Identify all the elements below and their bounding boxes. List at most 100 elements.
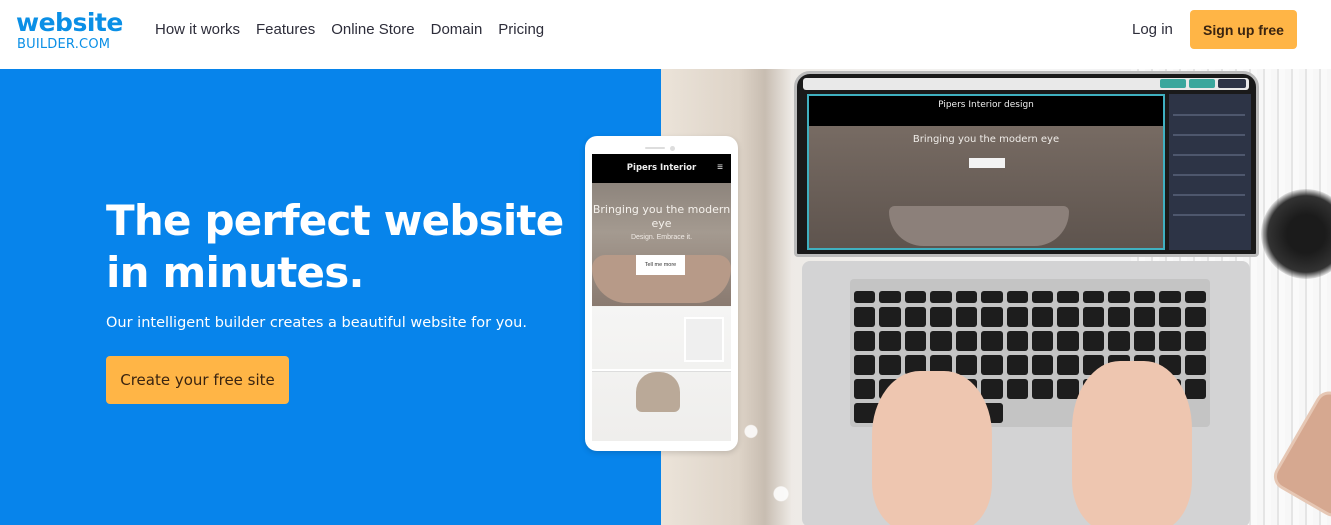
- keyboard-key: [1057, 291, 1079, 303]
- editor-side-panel: [1169, 94, 1251, 250]
- nav-how-it-works[interactable]: How it works: [155, 19, 240, 41]
- laptop-keyboard-base: [802, 261, 1250, 525]
- editor-button: [1218, 79, 1246, 88]
- login-link[interactable]: Log in: [1132, 19, 1173, 41]
- keyboard-key: [1159, 291, 1181, 303]
- chair: [636, 372, 680, 412]
- keyboard-key: [1057, 307, 1079, 327]
- keyboard-key: [930, 331, 952, 351]
- keyboard-key: [1133, 307, 1156, 327]
- keyboard-key: [981, 331, 1003, 351]
- keyboard-key: [1032, 331, 1054, 351]
- editor-button: [1189, 79, 1215, 88]
- laptop-mockup: Pipers Interior design Bringing you the …: [794, 71, 1259, 525]
- hero-section: The perfect website in minutes. Our inte…: [0, 69, 1331, 525]
- keyboard-key: [1032, 291, 1054, 303]
- hero-blue-panel: The perfect website in minutes. Our inte…: [0, 69, 661, 525]
- site-header: website BUILDER.COM How it works Feature…: [0, 0, 1331, 69]
- keyboard-key: [930, 307, 952, 327]
- keyboard-key: [1108, 331, 1130, 351]
- keyboard-key: [854, 307, 876, 327]
- keyboard-key: [955, 307, 978, 327]
- logo-wordmark: website: [16, 8, 123, 37]
- keyboard-key: [1184, 331, 1206, 351]
- keyboard-key: [879, 291, 901, 303]
- nav-online-store[interactable]: Online Store: [331, 19, 414, 41]
- mobile-screen: Pipers Interior ≡ Bringing you the moder…: [592, 154, 731, 441]
- keyboard-key: [1032, 307, 1054, 327]
- keyboard-key: [1032, 355, 1054, 375]
- keyboard-key: [879, 355, 901, 375]
- hero-subheadline: Our intelligent builder creates a beauti…: [106, 315, 527, 331]
- keyboard-key: [1159, 307, 1181, 327]
- main-nav: How it works Features Online Store Domai…: [155, 19, 544, 41]
- keyboard-key: [955, 291, 978, 303]
- keyboard-key: [1032, 379, 1054, 399]
- site-preview-title: Pipers Interior design: [938, 100, 1034, 110]
- mobile-site-nav: Pipers Interior ≡: [592, 154, 731, 183]
- site-preview-nav: Pipers Interior design: [809, 96, 1163, 126]
- mobile-site-title: Pipers Interior: [626, 163, 697, 173]
- keyboard-key: [981, 379, 1003, 399]
- keyboard-key: [1082, 331, 1105, 351]
- bathtub-image: [889, 206, 1069, 246]
- phone-speaker: [645, 147, 665, 149]
- keyboard-key: [955, 331, 978, 351]
- right-hand: [1072, 361, 1192, 525]
- keyboard-key: [1006, 291, 1028, 303]
- create-site-button[interactable]: Create your free site: [106, 356, 289, 404]
- keyboard-key: [879, 307, 901, 327]
- mobile-mockup: Pipers Interior ≡ Bringing you the moder…: [585, 136, 738, 451]
- keyboard-key: [1006, 307, 1028, 327]
- mobile-room-image: [592, 307, 731, 441]
- keyboard-key: [904, 291, 927, 303]
- phone-camera: [670, 146, 675, 151]
- keyboard-key: [879, 331, 901, 351]
- mobile-site-headline: Bringing you the modern eye: [592, 203, 731, 230]
- keyboard-key: [1184, 379, 1206, 399]
- keyboard-key: [1057, 379, 1079, 399]
- keyboard-key: [904, 307, 927, 327]
- logo[interactable]: website BUILDER.COM: [16, 8, 123, 54]
- hero-photo: Pipers Interior design Bringing you the …: [661, 69, 1331, 525]
- keyboard-key: [1057, 331, 1079, 351]
- laptop-lid: Pipers Interior design Bringing you the …: [794, 71, 1259, 257]
- keyboard-key: [1082, 307, 1105, 327]
- laptop-screen: Pipers Interior design Bringing you the …: [807, 94, 1165, 250]
- keyboard-key: [981, 355, 1003, 375]
- headline-line-2: in minutes.: [106, 248, 364, 297]
- keyboard-key: [1184, 355, 1206, 375]
- keyboard-key: [1108, 307, 1130, 327]
- nav-features[interactable]: Features: [256, 19, 315, 41]
- left-hand: [872, 371, 992, 525]
- keyboard-key: [1108, 291, 1130, 303]
- keyboard-key: [1184, 307, 1206, 327]
- mobile-site-hero: Bringing you the modern eye Design. Embr…: [592, 183, 731, 306]
- editor-toolbar: [803, 78, 1249, 90]
- signup-button[interactable]: Sign up free: [1190, 10, 1297, 49]
- keyboard-key: [1133, 291, 1156, 303]
- keyboard-key: [1159, 331, 1181, 351]
- keyboard-key: [854, 379, 876, 399]
- keyboard-key: [981, 307, 1003, 327]
- keyboard-key: [1006, 331, 1028, 351]
- keyboard-key: [1133, 331, 1156, 351]
- nav-pricing[interactable]: Pricing: [498, 19, 544, 41]
- keyboard-key: [1184, 291, 1206, 303]
- keyboard-key: [1006, 379, 1028, 399]
- mobile-site-button: Tell me more: [636, 255, 685, 275]
- mobile-site-subheadline: Design. Embrace it.: [630, 234, 693, 241]
- keyboard-key: [1057, 355, 1079, 375]
- picture-frame: [684, 317, 724, 362]
- keyboard-key: [854, 355, 876, 375]
- hamburger-icon: ≡: [717, 162, 723, 173]
- headline-line-1: The perfect website: [106, 196, 564, 245]
- keyboard-key: [904, 331, 927, 351]
- editor-button: [1160, 79, 1186, 88]
- site-preview-headline: Bringing you the modern eye: [912, 134, 1060, 145]
- keyboard-key: [981, 291, 1003, 303]
- logo-subtext: BUILDER.COM: [17, 37, 111, 52]
- nav-domain[interactable]: Domain: [431, 19, 483, 41]
- keyboard-key: [1082, 291, 1105, 303]
- keyboard-key: [854, 291, 876, 303]
